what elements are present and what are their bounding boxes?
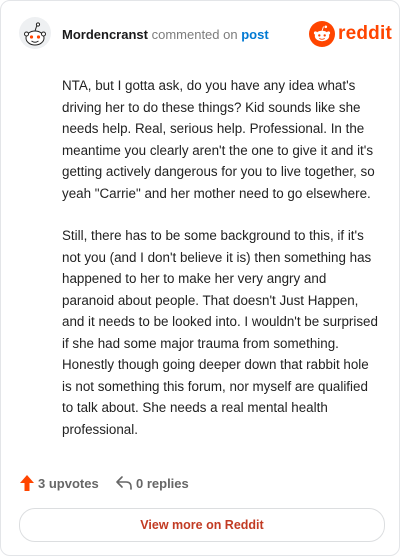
comment-body: NTA, but I gotta ask, do you have any id… [62,75,380,461]
action-text: commented on [151,27,238,42]
comment-footer: 3 upvotes 0 replies [19,473,383,495]
post-link[interactable]: post [241,27,268,42]
view-more-button[interactable]: View more on Reddit [19,508,385,542]
reddit-wordmark: reddit [338,23,392,44]
comment-meta: Mordencranst commented on post [62,27,269,43]
reddit-brand[interactable]: reddit [309,21,392,47]
comment-paragraph: Still, there has to be some background t… [62,228,378,437]
reddit-logo-icon [309,21,335,52]
reddit-comment-embed: Mordencranst commented on post reddit NT… [0,0,400,556]
username-link[interactable]: Mordencranst [62,27,148,42]
upvotes-count: 3 upvotes [38,476,99,491]
replies-count: 0 replies [136,476,189,491]
comment-header: Mordencranst commented on post reddit [19,17,392,51]
reddit-snoo-avatar-icon[interactable] [19,17,51,49]
comment-paragraph: NTA, but I gotta ask, do you have any id… [62,78,375,201]
